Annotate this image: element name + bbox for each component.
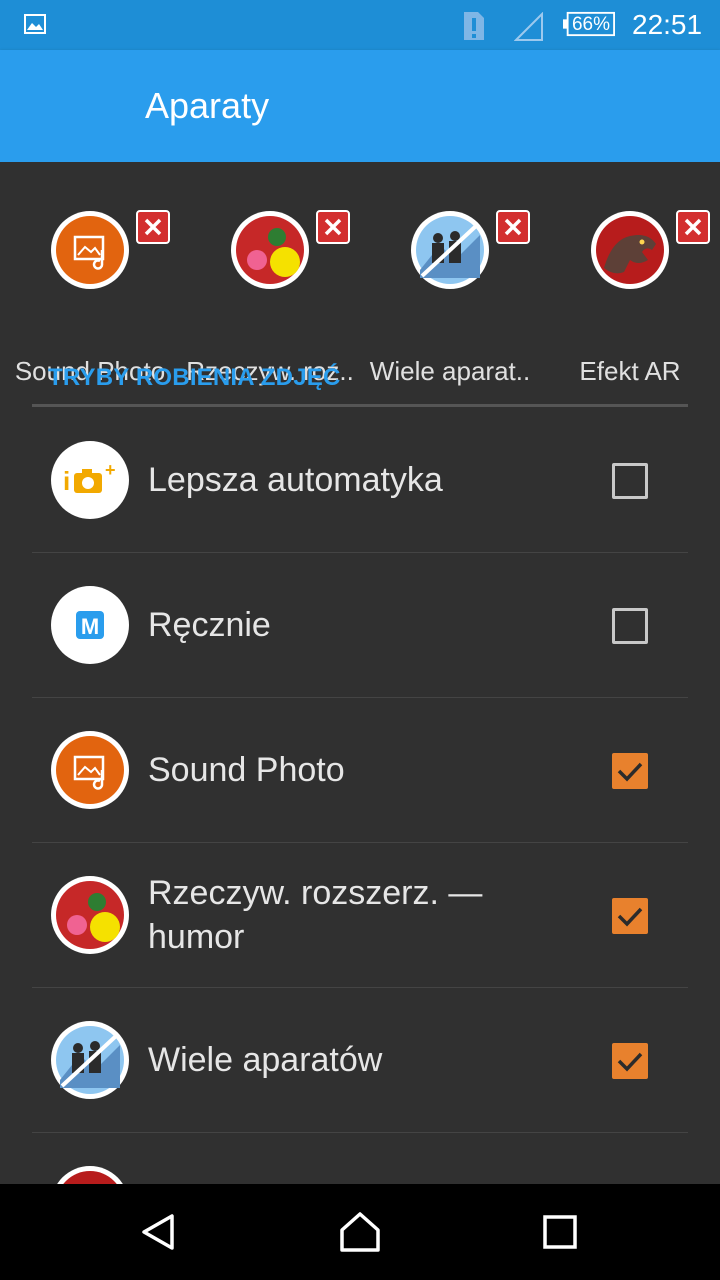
- close-icon: [324, 218, 342, 236]
- app-bar: Aparaty: [0, 50, 720, 162]
- status-bar: 66% 22:51: [0, 0, 720, 50]
- mode-row-ar-fun[interactable]: Rzeczyw. rozszerz. — humor: [32, 843, 688, 988]
- remove-button[interactable]: [496, 210, 530, 244]
- mode-label: Wiele aparatów: [148, 1041, 383, 1079]
- ar-effect-icon: [57, 1166, 123, 1184]
- content: Sound Photo Rzeczyw. roz.. Wiele aparat.…: [0, 162, 720, 1184]
- active-mode-multi-camera[interactable]: Wiele aparat..: [360, 210, 540, 386]
- mode-label: Rzeczyw. rozszerz. — humor: [148, 874, 483, 956]
- remove-button[interactable]: [136, 210, 170, 244]
- mode-checkbox[interactable]: [612, 898, 648, 934]
- multi-camera-icon: [411, 211, 489, 289]
- clock: 22:51: [632, 9, 703, 40]
- superior-auto-icon: i +: [51, 441, 129, 519]
- mode-row-multi-camera[interactable]: Wiele aparatów: [32, 988, 688, 1133]
- sim-alert-icon: [464, 12, 484, 40]
- active-mode-sound-photo[interactable]: Sound Photo: [0, 210, 180, 386]
- recents-icon[interactable]: [536, 1208, 584, 1256]
- ar-effect-icon: [591, 211, 669, 289]
- mode-row-sound-photo[interactable]: Sound Photo: [32, 698, 688, 843]
- sound-photo-icon: [51, 211, 129, 289]
- checkmark-icon: [617, 762, 643, 782]
- svg-text:i: i: [63, 466, 70, 496]
- back-icon[interactable]: [136, 1208, 184, 1256]
- remove-button[interactable]: [316, 210, 350, 244]
- checkmark-icon: [617, 907, 643, 927]
- mode-row-manual[interactable]: M Ręcznie: [32, 553, 688, 698]
- svg-text:+: +: [105, 460, 116, 480]
- active-mode-ar-effect[interactable]: Efekt AR: [540, 210, 720, 386]
- active-mode-label: Wiele aparat..: [369, 356, 531, 386]
- active-mode-label: Efekt AR: [579, 356, 681, 386]
- mode-row-superior-auto[interactable]: i + Lepsza automatyka: [32, 408, 688, 553]
- battery-level: 66%: [571, 14, 611, 35]
- section-header: TRYBY ROBIENIA ZDJĘĆ: [48, 364, 341, 391]
- sound-photo-icon: [51, 731, 129, 809]
- close-icon: [144, 218, 162, 236]
- mode-label: Lepsza automatyka: [148, 461, 443, 499]
- multi-camera-icon: [51, 1021, 129, 1099]
- active-mode-ar-fun[interactable]: Rzeczyw. roz..: [180, 210, 360, 386]
- svg-text:M: M: [81, 614, 99, 639]
- remove-button[interactable]: [676, 210, 710, 244]
- ar-fun-icon: [51, 876, 129, 954]
- mode-checkbox[interactable]: [612, 608, 648, 644]
- signal-icon: [514, 12, 543, 41]
- close-icon: [504, 218, 522, 236]
- ar-fun-icon: [231, 211, 309, 289]
- checkmark-icon: [617, 1052, 643, 1072]
- mode-checkbox[interactable]: [612, 753, 648, 789]
- mode-label: Sound Photo: [148, 751, 345, 789]
- mode-checkbox[interactable]: [612, 1043, 648, 1079]
- mode-checkbox[interactable]: [612, 463, 648, 499]
- close-icon: [684, 218, 702, 236]
- home-icon[interactable]: [336, 1208, 384, 1256]
- gallery-icon: [24, 14, 46, 34]
- mode-label: Ręcznie: [148, 606, 271, 644]
- navigation-bar: [0, 1184, 720, 1280]
- page-title: Aparaty: [145, 85, 270, 126]
- mode-row-ar-effect[interactable]: [32, 1133, 688, 1184]
- manual-icon: M: [51, 586, 129, 664]
- section-divider: [32, 404, 688, 407]
